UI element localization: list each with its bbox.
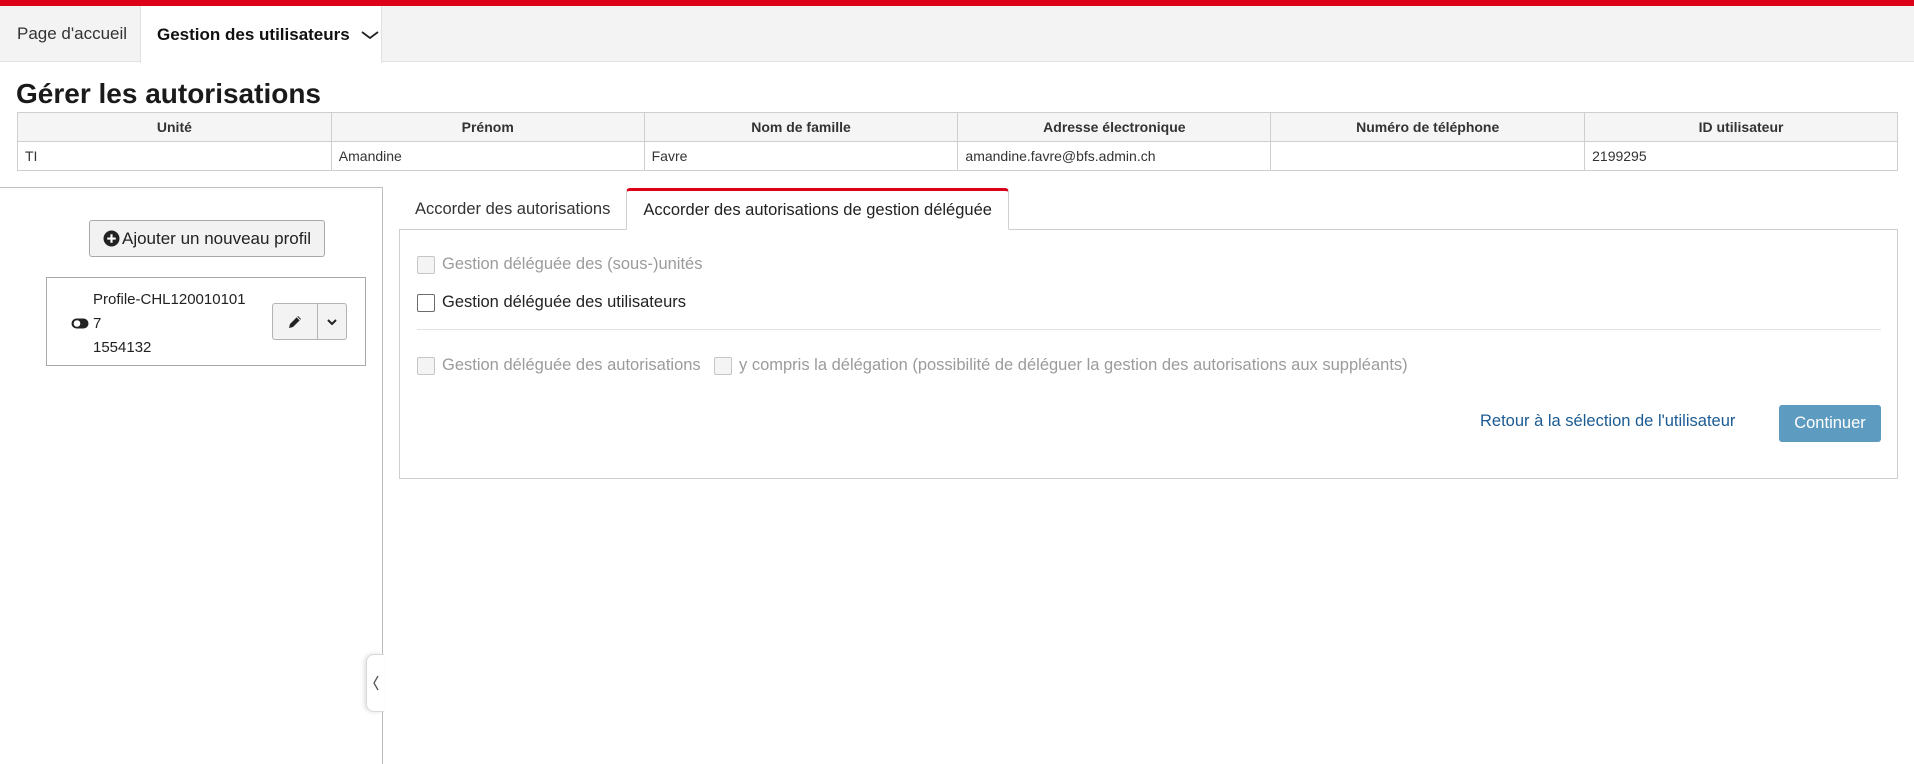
checkbox-label: y compris la délégation (possibilité de … <box>739 356 1408 374</box>
divider <box>417 329 1881 330</box>
cell-user-id: 2199295 <box>1584 141 1898 171</box>
profile-card[interactable]: Profile-CHL120010101 7 1554132 <box>46 277 366 366</box>
checkbox-label: Gestion déléguée des (sous-)unités <box>442 255 703 273</box>
cell-last-name: Favre <box>643 141 959 171</box>
add-profile-label: Ajouter un nouveau profil <box>121 228 312 248</box>
column-header-user-id: ID utilisateur <box>1584 112 1898 142</box>
cell-phone <box>1270 141 1586 171</box>
toggle-icon <box>71 318 89 329</box>
profile-name-line: 7 <box>93 315 102 332</box>
add-profile-button[interactable]: Ajouter un nouveau profil <box>89 220 325 257</box>
user-info-table: Unité Prénom Nom de famille Adresse élec… <box>17 112 1898 171</box>
column-header-last-name: Nom de famille <box>643 112 959 142</box>
delegated-management-panel: Gestion déléguée des (sous-)unités Gesti… <box>399 229 1898 479</box>
profile-name-line: Profile-CHL120010101 <box>93 291 246 308</box>
nav-tab-user-management[interactable]: Gestion des utilisateurs <box>140 6 382 63</box>
checkbox-delegated-users[interactable] <box>417 293 435 312</box>
top-navigation-bar: Page d'accueil Gestion des utilisateurs <box>0 0 1914 63</box>
column-header-unit: Unité <box>17 112 332 142</box>
checkbox-delegated-permissions[interactable] <box>417 356 435 375</box>
checkbox-label: Gestion déléguée des autorisations <box>442 356 701 374</box>
cell-unit: TI <box>17 141 332 171</box>
edit-profile-button[interactable] <box>272 303 318 340</box>
option-row-users: Gestion déléguée des utilisateurs <box>417 293 686 312</box>
back-to-user-selection-link[interactable]: Retour à la sélection de l'utilisateur <box>1480 412 1735 431</box>
column-header-first-name: Prénom <box>330 112 645 142</box>
profile-name: Profile-CHL120010101 7 1554132 <box>93 288 263 360</box>
chevron-down-icon <box>361 30 379 39</box>
nav-tab-home-label: Page d'accueil <box>17 24 128 43</box>
profile-name-line: 1554132 <box>93 339 152 356</box>
tab-grant-delegated-permissions[interactable]: Accorder des autorisations de gestion dé… <box>626 188 1009 230</box>
checkbox-include-delegation[interactable] <box>714 356 732 375</box>
cell-email: amandine.favre@bfs.admin.ch <box>957 141 1272 171</box>
plus-circle-icon <box>103 230 120 247</box>
table-header-row: Unité Prénom Nom de famille Adresse élec… <box>17 112 1898 142</box>
collapse-sidebar-handle[interactable] <box>366 654 384 712</box>
tab-label: Accorder des autorisations de gestion dé… <box>643 200 992 219</box>
profile-options-dropdown[interactable] <box>317 303 347 340</box>
option-row-include-delegation: y compris la délégation (possibilité de … <box>714 356 1408 375</box>
nav-tab-home[interactable]: Page d'accueil <box>0 6 140 62</box>
page-title: Gérer les autorisations <box>16 78 322 109</box>
chevron-left-icon <box>372 675 379 691</box>
table-row: TI Amandine Favre amandine.favre@bfs.adm… <box>17 141 1898 171</box>
continue-button[interactable]: Continuer <box>1779 405 1881 442</box>
checkbox-delegated-subunits[interactable] <box>417 255 435 274</box>
tab-label: Accorder des autorisations <box>415 199 611 218</box>
profiles-sidebar: Ajouter un nouveau profil Profile-CHL120… <box>0 187 384 764</box>
cell-first-name: Amandine <box>330 141 645 171</box>
option-row-permissions: Gestion déléguée des autorisations <box>417 356 701 375</box>
chevron-down-icon <box>327 318 337 325</box>
pencil-icon <box>289 315 301 328</box>
nav-tab-user-management-label: Gestion des utilisateurs <box>157 24 350 44</box>
checkbox-label: Gestion déléguée des utilisateurs <box>442 293 686 311</box>
permission-tabs: Accorder des autorisations Accorder des … <box>399 188 1009 230</box>
column-header-phone: Numéro de téléphone <box>1270 112 1586 142</box>
option-row-subunits: Gestion déléguée des (sous-)unités <box>417 255 703 274</box>
column-header-email: Adresse électronique <box>957 112 1272 142</box>
tab-grant-permissions[interactable]: Accorder des autorisations <box>399 188 626 230</box>
